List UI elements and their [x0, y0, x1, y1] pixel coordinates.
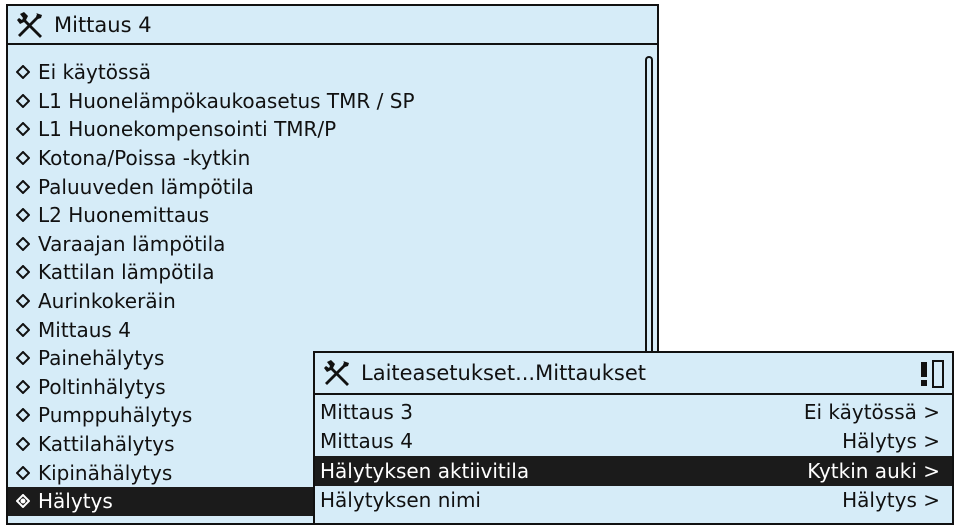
list-item[interactable]: L2 Huonemittaus [8, 201, 657, 230]
list-item-label: Varaajan lämpötila [38, 231, 226, 256]
radio-icon [16, 294, 30, 309]
setting-label: Mittaus 4 [320, 429, 413, 454]
popup-title-bar: Laiteasetukset...Mittaukset [315, 353, 952, 395]
list-item-label: L2 Huonemittaus [38, 203, 210, 228]
list-item-label: L1 Huonelämpökaukoasetus TMR / SP [38, 88, 415, 113]
list-item-label: Hälytys [38, 489, 113, 514]
list-item[interactable]: Kotona/Poissa -kytkin [8, 144, 657, 173]
list-item-label: Pumppuhälytys [38, 403, 193, 428]
setting-value: Kytkin auki > [807, 458, 940, 483]
setting-row[interactable]: Mittaus 3 Ei käytössä > [315, 397, 952, 427]
list-item-label: Kattilahälytys [38, 432, 175, 457]
setting-value: Hälytys > [842, 429, 940, 454]
list-item-label: Poltinhälytys [38, 374, 166, 399]
alert-indicator [920, 360, 944, 388]
setting-row[interactable]: Hälytyksen aktiivitila Kytkin auki > [315, 456, 952, 486]
list-item-label: Kotona/Poissa -kytkin [38, 146, 251, 171]
tools-icon [16, 11, 46, 39]
radio-icon [16, 379, 30, 394]
tools-icon [323, 359, 353, 387]
radio-icon [16, 65, 30, 80]
setting-value: Ei käytössä > [803, 399, 940, 424]
radio-icon [16, 351, 30, 366]
list-item[interactable]: Mittaus 4 [8, 315, 657, 344]
list-item[interactable]: Kattilan lämpötila [8, 258, 657, 287]
list-item-label: Paluuveden lämpötila [38, 174, 254, 199]
radio-icon [16, 208, 30, 223]
scroll-indicator-icon [932, 360, 944, 388]
radio-icon [16, 236, 30, 251]
device-settings-panel: Laiteasetukset...Mittaukset Mittaus 3 Ei … [313, 351, 954, 525]
setting-label: Mittaus 3 [320, 399, 413, 424]
radio-icon [16, 465, 30, 480]
setting-row[interactable]: Hälytyksen nimi Hälytys > [315, 486, 952, 516]
radio-icon [16, 179, 30, 194]
radio-icon [16, 265, 30, 280]
radio-icon [16, 408, 30, 423]
radio-icon [16, 322, 30, 337]
list-item-label: Mittaus 4 [38, 317, 131, 342]
list-item-label: Kattilan lämpötila [38, 260, 215, 285]
popup-title: Laiteasetukset...Mittaukset [361, 361, 646, 385]
list-item[interactable]: L1 Huonelämpökaukoasetus TMR / SP [8, 87, 657, 116]
list-item-label: Painehälytys [38, 346, 165, 371]
radio-selected-icon [16, 494, 30, 509]
exclamation-icon [921, 362, 927, 386]
list-item-label: Ei käytössä [38, 60, 152, 85]
setting-value: Hälytys > [842, 488, 940, 513]
setting-row[interactable]: Mittaus 4 Hälytys > [315, 427, 952, 457]
list-item[interactable]: Paluuveden lämpötila [8, 172, 657, 201]
list-item-label: L1 Huonekompensointi TMR/P [38, 117, 337, 142]
list-item[interactable]: Aurinkokeräin [8, 287, 657, 316]
setting-label: Hälytyksen aktiivitila [320, 458, 530, 483]
main-title: Mittaus 4 [54, 12, 152, 37]
radio-icon [16, 437, 30, 452]
list-item[interactable]: Ei käytössä [8, 58, 657, 87]
list-item-label: Aurinkokeräin [38, 289, 176, 314]
setting-label: Hälytyksen nimi [320, 488, 481, 513]
list-item[interactable]: Varaajan lämpötila [8, 230, 657, 259]
radio-icon [16, 122, 30, 137]
radio-icon [16, 93, 30, 108]
radio-icon [16, 151, 30, 166]
main-title-bar: Mittaus 4 [8, 6, 657, 45]
list-item[interactable]: L1 Huonekompensointi TMR/P [8, 115, 657, 144]
list-item-label: Kipinähälytys [38, 460, 173, 485]
settings-rows: Mittaus 3 Ei käytössä > Mittaus 4 Hälytys >… [315, 397, 952, 515]
